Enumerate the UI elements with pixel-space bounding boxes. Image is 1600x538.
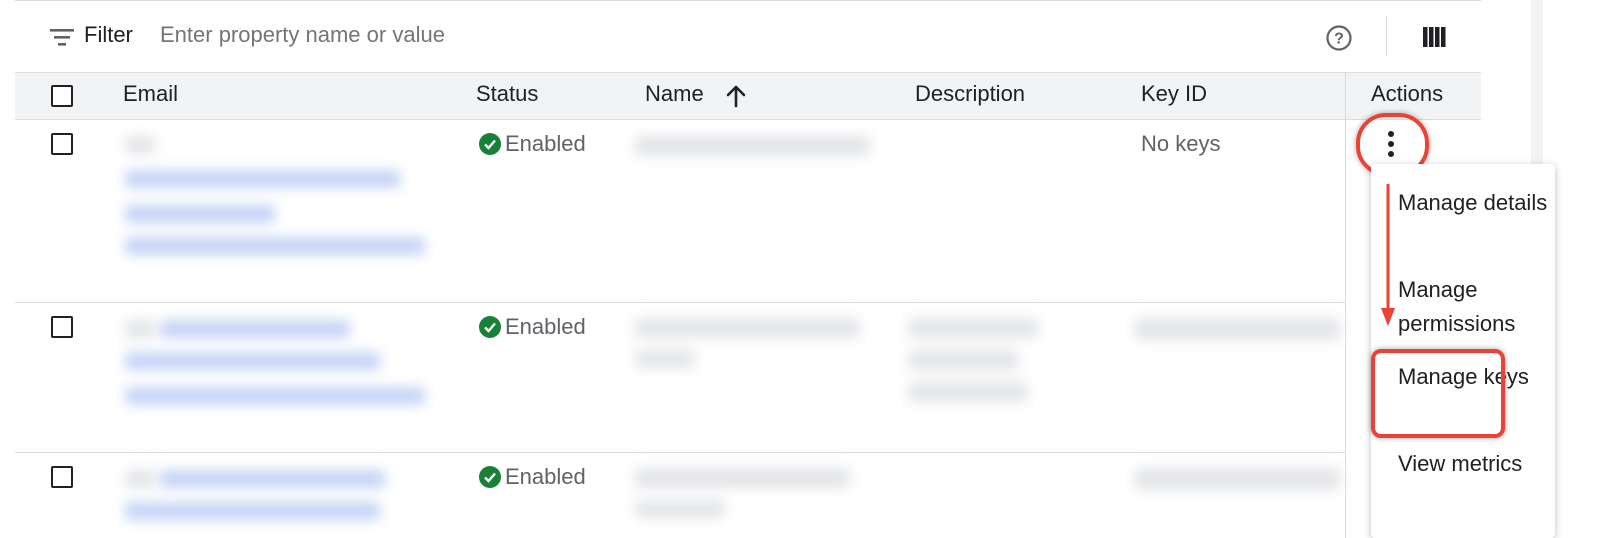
check-circle-icon [479, 466, 501, 488]
column-header-actions: Actions [1371, 81, 1444, 106]
row-divider [15, 452, 1345, 453]
redacted-email-line [125, 237, 425, 255]
column-header-email[interactable]: Email [123, 81, 178, 107]
row-divider [15, 302, 1345, 303]
status-cell: Enabled [479, 131, 586, 157]
redacted-email-line [125, 502, 380, 520]
redacted-description [908, 382, 1028, 402]
annotation-arrow-icon [1381, 184, 1395, 326]
key-id-cell: No keys [1141, 131, 1221, 156]
redacted-name [635, 350, 695, 368]
filter-label[interactable]: Filter [84, 22, 133, 48]
redacted-name [635, 136, 870, 156]
redacted-name [635, 500, 725, 518]
svg-text:?: ? [1334, 31, 1344, 48]
redacted-name [635, 318, 860, 338]
help-circle-icon[interactable]: ? [1325, 24, 1353, 52]
status-text: Enabled [505, 131, 586, 156]
menu-item-manage-permissions[interactable]: Manage permissions [1398, 273, 1548, 341]
check-circle-icon [479, 133, 501, 155]
redacted-email-line [125, 387, 425, 405]
check-circle-icon [479, 316, 501, 338]
column-view-icon[interactable] [1422, 26, 1446, 48]
redacted-email [125, 136, 155, 154]
column-header-status[interactable]: Status [476, 81, 538, 107]
status-text: Enabled [505, 464, 586, 489]
select-all-checkbox[interactable] [51, 85, 73, 107]
redacted-email [125, 320, 155, 338]
filter-input[interactable] [160, 22, 860, 48]
column-header-description[interactable]: Description [915, 81, 1025, 107]
status-cell: Enabled [479, 464, 586, 490]
redacted-email-line [160, 470, 385, 488]
status-text: Enabled [505, 314, 586, 339]
scrollbar-track[interactable] [1531, 0, 1543, 165]
column-header-name[interactable]: Name [645, 81, 704, 107]
status-cell: Enabled [479, 314, 586, 340]
redacted-description [908, 350, 1018, 370]
redacted-email-line [160, 320, 350, 338]
toolbar-divider [1386, 16, 1387, 56]
redacted-email-line [125, 170, 400, 188]
redacted-email-line [125, 205, 275, 223]
column-header-key-id[interactable]: Key ID [1141, 81, 1207, 107]
redacted-email-line [125, 352, 380, 370]
redacted-description [908, 318, 1038, 338]
redacted-email [125, 470, 155, 488]
menu-item-manage-details[interactable]: Manage details [1398, 186, 1548, 220]
sort-ascending-icon[interactable] [724, 84, 748, 108]
row-checkbox[interactable] [51, 466, 73, 488]
redacted-name [635, 468, 850, 488]
menu-item-view-metrics[interactable]: View metrics [1398, 447, 1548, 481]
row-checkbox[interactable] [51, 133, 73, 155]
table-header-row [15, 72, 1481, 120]
actions-column-divider [1345, 72, 1346, 538]
manage-keys-highlight [1371, 349, 1505, 438]
redacted-key-id [1135, 318, 1340, 340]
row-checkbox[interactable] [51, 316, 73, 338]
redacted-key-id [1135, 468, 1340, 490]
filter-icon[interactable] [50, 27, 74, 47]
